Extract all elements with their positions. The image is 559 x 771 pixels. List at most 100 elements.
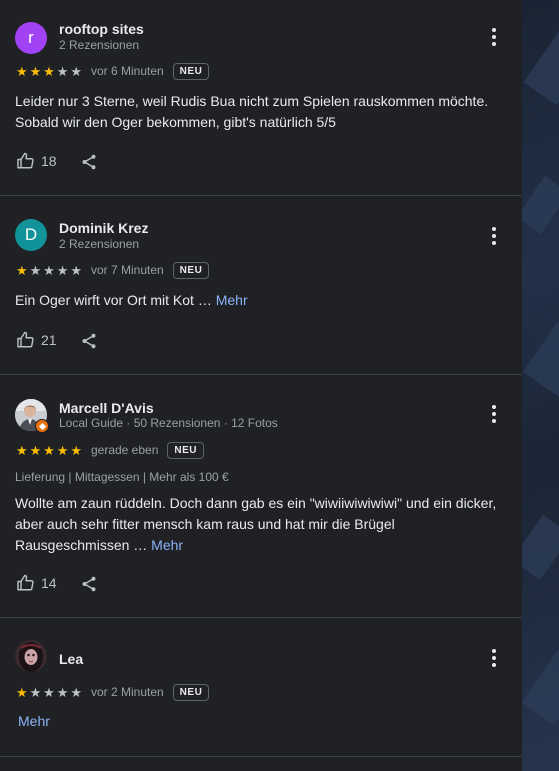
rating-row: ★ ★ ★ ★ ★ vor 6 Minuten NEU (15, 61, 210, 81)
divider (0, 756, 522, 757)
star-icon: ★ (29, 262, 42, 278)
read-more-link[interactable]: Mehr (216, 292, 248, 308)
dot (492, 412, 496, 416)
star-rating: ★ ★ ★ ★ ★ (15, 444, 83, 457)
review-card: D Dominik Krez 2 Rezensionen ★ ★ ★ ★ ★ vor 7… (0, 196, 522, 374)
share-button[interactable] (80, 574, 98, 594)
review-time: vor 7 Minuten (90, 263, 164, 277)
review-text: Leider nur 3 Sterne, weil Rudis Bua nich… (15, 91, 505, 133)
new-badge: NEU (167, 441, 204, 459)
review-time: gerade eben (90, 443, 159, 457)
reviewer-name[interactable]: rooftop sites (59, 21, 144, 37)
reviewer-name[interactable]: Lea (59, 651, 83, 667)
map-shape (523, 24, 559, 106)
avatar[interactable] (15, 640, 47, 672)
star-icon: ★ (70, 63, 82, 79)
dot (492, 649, 496, 653)
avatar[interactable]: r (15, 22, 47, 54)
reviewer-name[interactable]: Dominik Krez (59, 220, 148, 236)
reviewer-meta[interactable]: Local Guide · 50 Rezensionen · 12 Fotos (59, 416, 278, 430)
map-shape (522, 514, 559, 581)
review-text: Ein Oger wirft vor Ort mit Kot … Mehr (15, 290, 505, 311)
like-count: 21 (41, 332, 57, 348)
reviewer-meta[interactable]: 2 Rezensionen (59, 38, 139, 52)
share-button[interactable] (80, 152, 98, 172)
review-text-body: Ein Oger wirft vor Ort mit Kot … (15, 292, 216, 308)
share-icon (82, 333, 96, 349)
star-icon: ★ (29, 442, 42, 458)
like-count: 18 (41, 153, 57, 169)
review-time: vor 6 Minuten (90, 64, 164, 78)
review-text-body: Leider nur 3 Sterne, weil Rudis Bua nich… (15, 93, 489, 130)
review-card: r rooftop sites 2 Rezensionen ★ ★ ★ ★ ★ vor … (0, 0, 522, 195)
share-icon (82, 154, 96, 170)
star-icon: ★ (43, 684, 55, 700)
star-icon: ★ (15, 684, 28, 700)
read-more-link[interactable]: Mehr (151, 537, 183, 553)
map-shape (522, 175, 559, 235)
review-text-body: Wollte am zaun rüddeln. Doch dann gab es… (15, 495, 497, 553)
avatar-letter: D (24, 225, 38, 244)
avatar-letter: r (28, 28, 34, 47)
star-rating: ★ ★ ★ ★ ★ (15, 65, 83, 78)
read-more-link[interactable]: Mehr (18, 713, 50, 729)
reviewer-meta[interactable]: 2 Rezensionen (59, 237, 139, 251)
share-button[interactable] (80, 331, 98, 351)
like-button[interactable]: 21 (16, 331, 57, 349)
map-shape (522, 322, 559, 398)
star-icon: ★ (56, 63, 69, 79)
dot (492, 42, 496, 46)
dot (492, 419, 496, 423)
dot (492, 241, 496, 245)
star-icon: ★ (56, 684, 69, 700)
dot (492, 28, 496, 32)
rating-row: ★ ★ ★ ★ ★ vor 2 Minuten NEU (15, 682, 210, 702)
dot (492, 35, 496, 39)
star-icon: ★ (15, 262, 28, 278)
dot (492, 656, 496, 660)
map-shape (522, 644, 559, 726)
person-photo-icon (15, 640, 47, 672)
more-options-button[interactable] (486, 403, 502, 425)
star-rating: ★ ★ ★ ★ ★ (15, 686, 83, 699)
star-icon: ★ (70, 262, 82, 278)
review-card: Marcell D'Avis Local Guide · 50 Rezensio… (0, 375, 522, 617)
dot (492, 663, 496, 667)
review-text: Wollte am zaun rüddeln. Doch dann gab es… (15, 493, 505, 556)
star-icon: ★ (70, 442, 82, 458)
dot (492, 227, 496, 231)
share-icon (82, 576, 96, 592)
avatar[interactable]: D (15, 219, 47, 251)
reviewer-name[interactable]: Marcell D'Avis (59, 400, 154, 416)
local-guide-badge-icon (35, 419, 49, 433)
star-icon: ★ (56, 262, 69, 278)
map-background (522, 0, 559, 771)
star-icon: ★ (15, 442, 28, 458)
thumbs-up-icon (17, 152, 34, 169)
star-icon: ★ (70, 684, 82, 700)
review-card: Lea ★ ★ ★ ★ ★ vor 2 Minuten NEU Mehr (0, 618, 522, 756)
dot (492, 234, 496, 238)
star-icon: ★ (29, 63, 42, 79)
review-tags: Lieferung | Mittagessen | Mehr als 100 € (15, 470, 229, 484)
star-icon: ★ (43, 262, 55, 278)
like-count: 14 (41, 575, 57, 591)
reviews-panel: r rooftop sites 2 Rezensionen ★ ★ ★ ★ ★ vor … (0, 0, 522, 771)
new-badge: NEU (172, 261, 210, 279)
more-options-button[interactable] (486, 26, 502, 48)
star-icon: ★ (29, 684, 42, 700)
star-icon: ★ (15, 63, 28, 79)
star-icon: ★ (56, 442, 69, 458)
thumbs-up-icon (17, 574, 34, 591)
dot (492, 405, 496, 409)
review-time: vor 2 Minuten (90, 685, 164, 699)
star-rating: ★ ★ ★ ★ ★ (15, 264, 83, 277)
rating-row: ★ ★ ★ ★ ★ vor 7 Minuten NEU (15, 260, 210, 280)
star-icon: ★ (43, 63, 55, 79)
like-button[interactable]: 18 (16, 152, 57, 170)
more-options-button[interactable] (486, 225, 502, 247)
new-badge: NEU (172, 62, 210, 80)
like-button[interactable]: 14 (16, 574, 57, 592)
thumbs-up-icon (17, 331, 34, 348)
more-options-button[interactable] (486, 647, 502, 669)
